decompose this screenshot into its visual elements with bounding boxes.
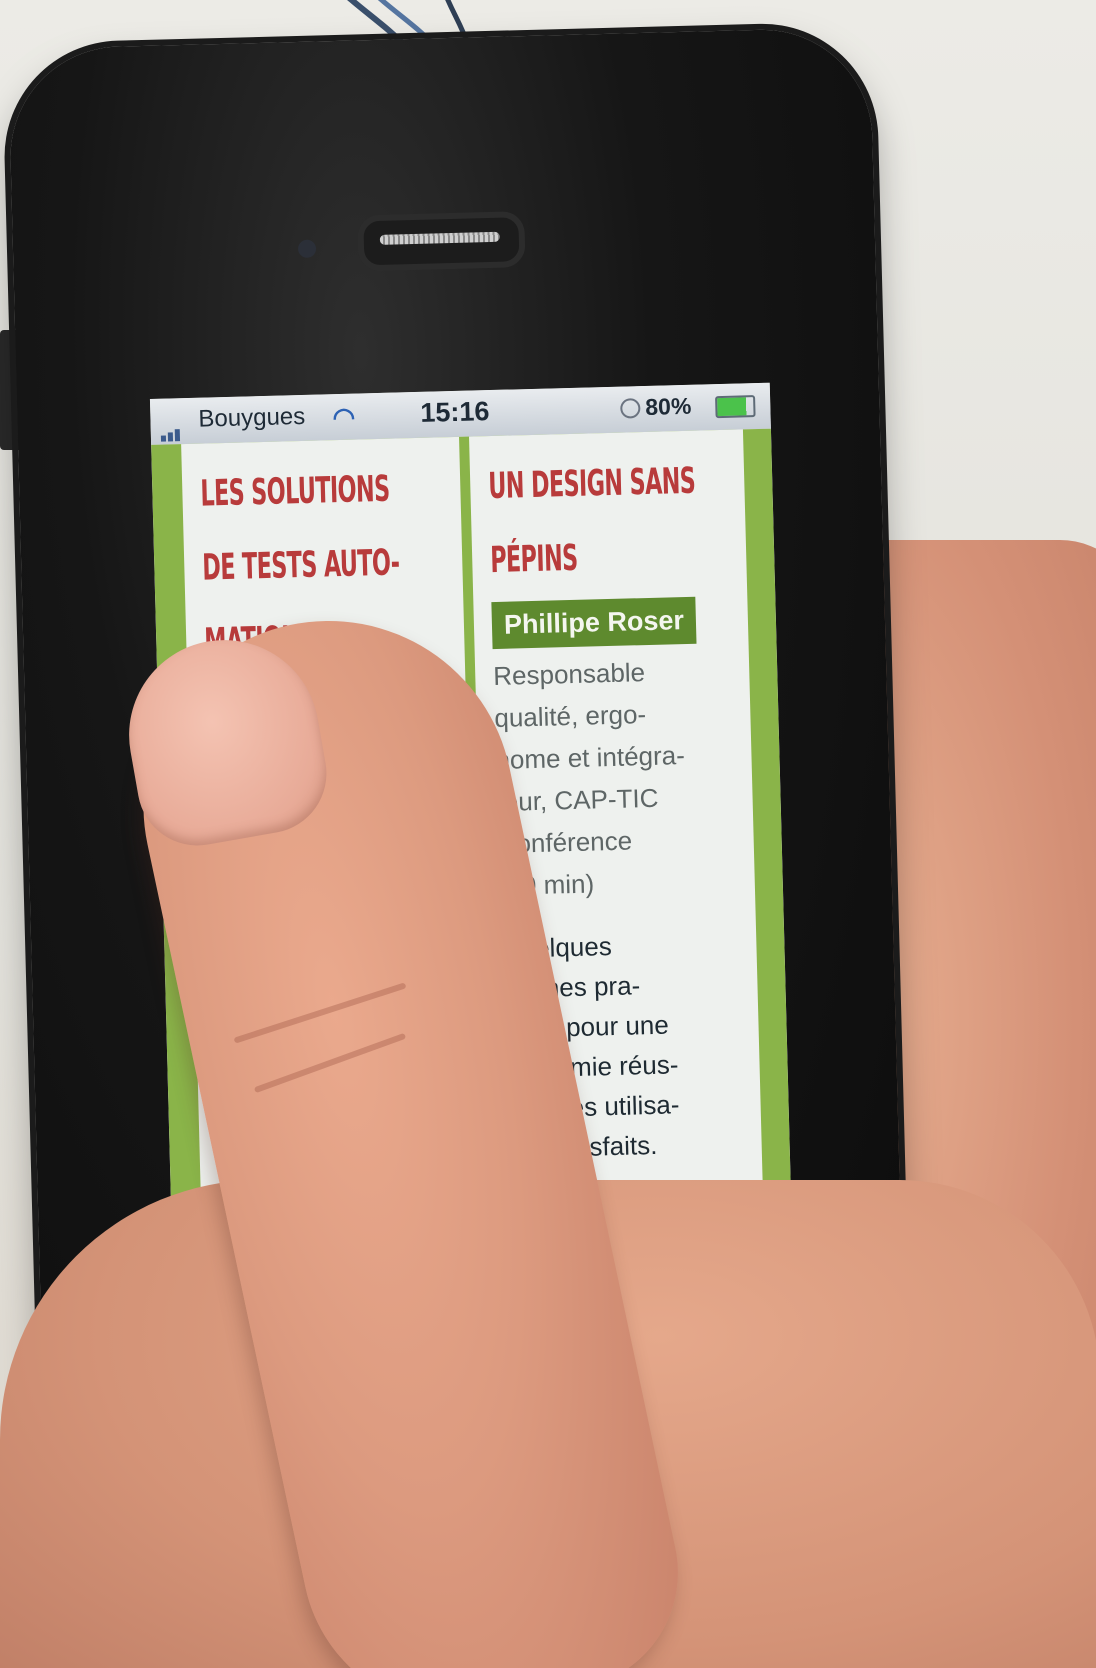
title-line: PÉPINS <box>489 537 579 582</box>
speaker-badge-right[interactable]: Phillipe Roser <box>491 596 697 650</box>
title-line: UN DESIGN SANS <box>487 460 696 508</box>
title-line: LES SOLUTIONS <box>199 468 391 515</box>
session-title-right[interactable]: UN DESIGN SANS PÉPINS <box>487 444 733 598</box>
desc-line: qualité, ergo- <box>494 699 647 734</box>
desc-line: Conférence <box>497 825 633 859</box>
camera-icon <box>297 239 317 259</box>
battery-icon <box>715 395 756 419</box>
desc-line: Responsable <box>492 657 646 692</box>
carrier-label: Bouygues <box>198 402 306 433</box>
desc-line: teur, CAP-TIC <box>496 782 659 818</box>
rotation-lock-icon <box>620 398 641 419</box>
photo: Bouygues ◠ 15:16 80% LES SOLUTIONS DE TE… <box>0 0 1096 1668</box>
wifi-icon: ◠ <box>332 401 356 433</box>
clock: 15:16 <box>419 396 490 428</box>
earpiece <box>357 211 526 272</box>
title-line: DE TESTS AUTO- <box>201 542 400 589</box>
signal-icon <box>160 412 182 442</box>
battery-percent: 80% <box>644 392 692 420</box>
desc-line: nome et intégra- <box>495 740 686 776</box>
